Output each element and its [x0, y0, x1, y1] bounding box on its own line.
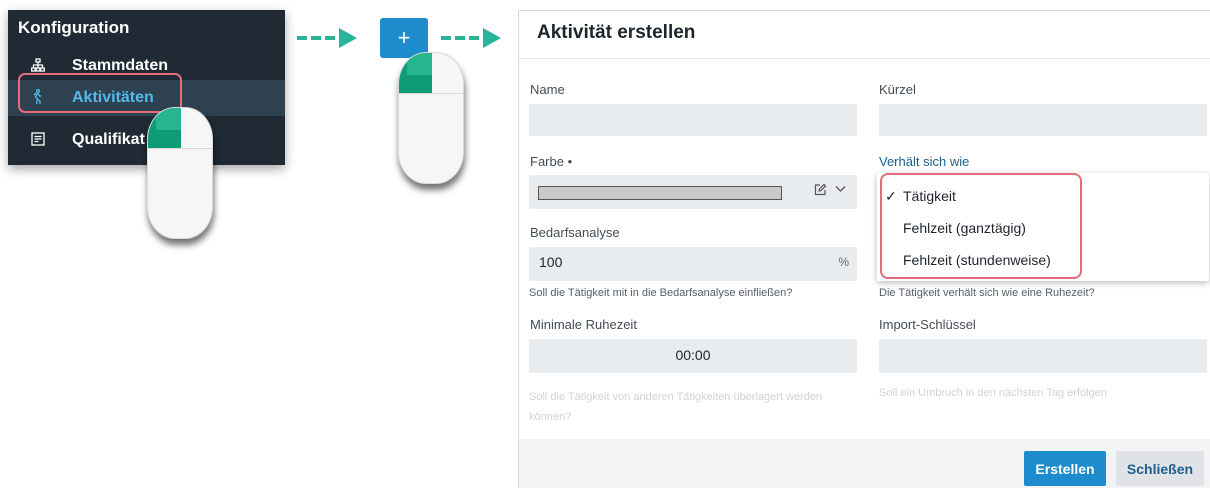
arrow-right-icon	[441, 28, 503, 48]
divider	[519, 58, 1210, 59]
bedarf-hint: Soll die Tätigkeit mit in die Bedarfsana…	[529, 287, 793, 299]
create-button[interactable]: Erstellen	[1024, 451, 1106, 486]
import-label: Import-Schlüssel	[879, 317, 976, 332]
arrow-right-icon	[297, 28, 359, 48]
bedarf-label: Bedarfsanalyse	[530, 225, 620, 240]
kuerzel-input[interactable]	[879, 104, 1207, 136]
bedarf-input[interactable]: 100 %	[529, 247, 857, 281]
dialog-footer	[519, 439, 1210, 488]
mouse-left-button	[399, 53, 432, 93]
highlight-frame	[18, 73, 182, 113]
mouse-click-icon	[398, 52, 464, 184]
edit-icon[interactable]	[814, 183, 827, 199]
ruhezeit-label: Minimale Ruhezeit	[530, 317, 637, 332]
verhaelt-hint: Die Tätigkeit verhält sich wie eine Ruhe…	[879, 287, 1095, 299]
name-input[interactable]	[529, 104, 857, 136]
sidebar-item-label: Qualifikat	[72, 131, 145, 148]
highlight-frame	[880, 173, 1082, 279]
import-hint: Soll ein Umbruch in den nächsten Tag erf…	[879, 387, 1107, 399]
create-activity-dialog: Aktivität erstellen Name Kürzel Farbe • …	[518, 10, 1210, 488]
verhaelt-label: Verhält sich wie	[879, 154, 970, 169]
kuerzel-label: Kürzel	[879, 82, 916, 97]
mouse-left-button	[148, 108, 181, 148]
close-button[interactable]: Schließen	[1116, 451, 1204, 486]
dialog-title: Aktivität erstellen	[537, 22, 696, 43]
import-input[interactable]	[879, 339, 1207, 373]
certificate-list-icon	[28, 131, 48, 149]
mouse-click-icon	[147, 107, 213, 239]
color-swatch[interactable]	[538, 186, 782, 200]
sidebar-title: Konfiguration	[18, 18, 130, 37]
bedarf-value: 100	[539, 254, 563, 270]
farbe-label: Farbe •	[530, 154, 573, 169]
ruhezeit-value: 00:00	[675, 347, 711, 363]
ruhezeit-hint: Soll die Tätigkeit von anderen Tätigkeit…	[529, 391, 823, 423]
sitemap-icon	[28, 57, 48, 75]
ruhezeit-input[interactable]: 00:00	[529, 339, 857, 373]
percent-unit: %	[838, 255, 849, 269]
name-label: Name	[530, 82, 565, 97]
chevron-down-icon[interactable]	[835, 183, 846, 197]
